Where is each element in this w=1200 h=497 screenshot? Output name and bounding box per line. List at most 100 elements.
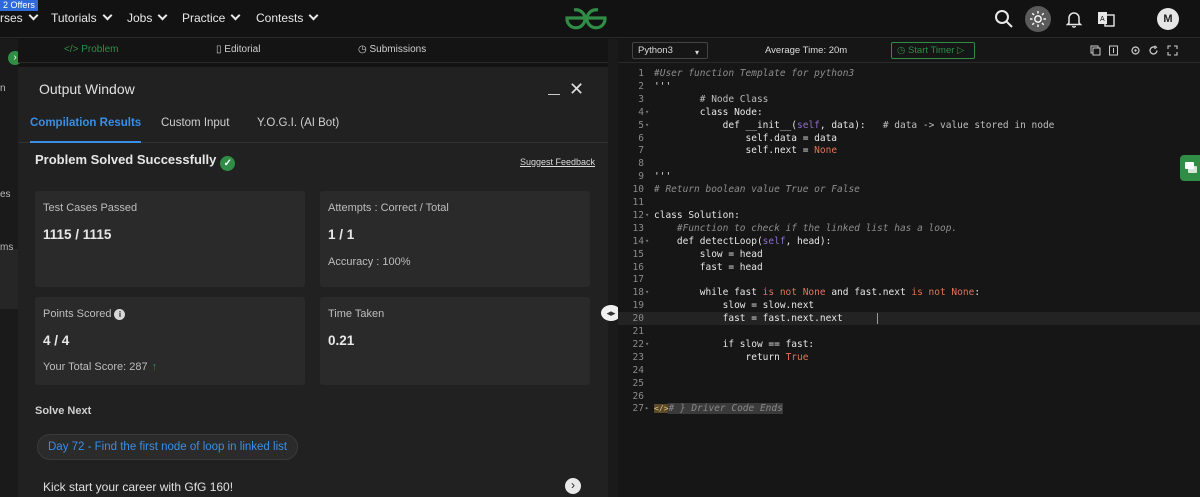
fold-toggle-icon[interactable]: ▾ xyxy=(645,235,649,248)
fold-toggle-icon[interactable]: ▸ xyxy=(645,402,649,415)
translate-icon[interactable]: A xyxy=(1096,9,1116,29)
code-line[interactable]: 10 # Return boolean value True or False xyxy=(618,183,1200,196)
test-cases-label: Test Cases Passed xyxy=(43,202,138,214)
app-root: 2 Offers rses Tutorials Jobs Practice Co… xyxy=(0,0,1200,497)
panel-splitter[interactable] xyxy=(608,39,618,497)
code-text: slow = head xyxy=(654,248,763,260)
tab-editorial[interactable]: ▯ Editorial xyxy=(216,44,260,55)
code-line[interactable]: 11 xyxy=(618,196,1200,209)
start-timer-button[interactable]: ◷ Start Timer ▷ xyxy=(891,42,975,59)
code-line[interactable]: 14 ▾ def detectLoop(self, head): xyxy=(618,235,1200,248)
language-select[interactable]: Python3 ▾ xyxy=(632,42,708,59)
code-text: #Function to check if the linked list ha… xyxy=(654,222,958,234)
points-label-row: Points Scored i xyxy=(43,308,126,320)
nav-practice[interactable]: Practice xyxy=(182,10,241,25)
reset-icon[interactable] xyxy=(1148,45,1159,56)
suggest-feedback-link[interactable]: Suggest Feedback xyxy=(520,157,595,167)
copy-icon[interactable] xyxy=(1090,45,1101,56)
code-line[interactable]: 22 ▾ if slow == fast: xyxy=(618,338,1200,351)
line-number: 20 xyxy=(632,313,644,325)
line-number: 2 xyxy=(638,80,644,92)
line-number: 1 xyxy=(638,68,644,79)
code-line[interactable]: 18 ▾ while fast is not None and fast.next… xyxy=(618,286,1200,299)
chat-icon xyxy=(1185,162,1197,173)
tab-editorial-label: Editorial xyxy=(224,44,261,55)
code-line[interactable]: 26 xyxy=(618,390,1200,403)
sidebar-item-label[interactable]: es xyxy=(0,189,11,200)
nav-tutorials[interactable]: Tutorials xyxy=(51,10,113,25)
theme-toggle-button[interactable] xyxy=(1025,6,1051,32)
nav-courses[interactable]: rses xyxy=(0,10,39,25)
sidebar-item-active[interactable] xyxy=(0,249,18,309)
line-number: 26 xyxy=(632,390,644,402)
code-line[interactable]: 2 ''' xyxy=(618,80,1200,93)
code-line[interactable]: 1 #User function Template for python3 xyxy=(618,67,1200,80)
code-text: while fast is not None and fast.next is … xyxy=(654,287,981,299)
code-line[interactable]: 27 ▸ </># } Driver Code Ends xyxy=(618,402,1200,415)
minimize-icon[interactable] xyxy=(548,81,560,95)
nav-jobs[interactable]: Jobs xyxy=(127,10,168,25)
code-line[interactable]: 15 slow = head xyxy=(618,248,1200,261)
code-line[interactable]: 25 xyxy=(618,377,1200,390)
code-line[interactable]: 6 self.data = data xyxy=(618,132,1200,145)
search-icon[interactable] xyxy=(994,9,1014,29)
code-line[interactable]: 17 xyxy=(618,273,1200,286)
avatar[interactable]: M xyxy=(1157,8,1179,30)
fold-toggle-icon[interactable]: ▾ xyxy=(645,209,649,222)
fold-toggle-icon[interactable]: ▾ xyxy=(645,119,649,132)
nav-contests[interactable]: Contests xyxy=(256,10,319,25)
left-sidebar: n es ms xyxy=(0,39,18,497)
code-line[interactable]: 23 return True xyxy=(618,351,1200,364)
code-line[interactable]: 3 # Node Class xyxy=(618,93,1200,106)
next-problem-link[interactable]: Day 72 - Find the first node of loop in … xyxy=(37,434,299,460)
line-number: 13 xyxy=(632,222,644,234)
line-number: 25 xyxy=(632,377,644,389)
chevron-right-icon[interactable]: › xyxy=(565,478,581,494)
code-line[interactable]: 16 fast = head xyxy=(618,261,1200,274)
fold-toggle-icon[interactable]: ▾ xyxy=(645,338,649,351)
code-text: return True xyxy=(654,351,809,363)
code-area[interactable]: 1 #User function Template for python3 2 '''… xyxy=(618,67,1200,497)
code-line[interactable]: 21 xyxy=(618,325,1200,338)
status-text: Problem Solved Successfully xyxy=(35,152,217,167)
line-number: 15 xyxy=(632,248,644,260)
fold-toggle-icon[interactable]: ▾ xyxy=(645,106,649,119)
output-window-title: Output Window xyxy=(39,81,135,97)
code-line[interactable]: 5 ▾ def __init__(self, data): # data -> v… xyxy=(618,119,1200,132)
settings-icon[interactable] xyxy=(1130,45,1141,56)
code-line[interactable]: 19 slow = slow.next xyxy=(618,299,1200,312)
line-number: 27 xyxy=(632,403,644,415)
tab-compilation-results[interactable]: Compilation Results xyxy=(30,117,142,143)
gfg-logo-icon[interactable] xyxy=(564,5,608,31)
fullscreen-icon[interactable] xyxy=(1167,45,1178,56)
code-line[interactable]: 7 self.next = None xyxy=(618,144,1200,157)
tab-submissions[interactable]: ◷ Submissions xyxy=(358,44,426,55)
points-label: Points Scored xyxy=(43,308,112,320)
code-line[interactable]: 13 #Function to check if the linked list… xyxy=(618,222,1200,235)
code-text: def detectLoop(self, head): xyxy=(654,235,832,247)
file-upload-icon[interactable] xyxy=(1108,45,1119,56)
start-timer-label: Start Timer xyxy=(907,45,955,56)
code-line[interactable]: 20 fast = fast.next.next xyxy=(618,312,1200,326)
fold-toggle-icon[interactable]: ▾ xyxy=(645,286,649,299)
close-icon[interactable]: ✕ xyxy=(569,80,584,98)
chat-button[interactable] xyxy=(1180,155,1200,181)
tab-yogi-ai-bot[interactable]: Y.O.G.I. (AI Bot) xyxy=(257,117,339,129)
bell-icon[interactable] xyxy=(1064,9,1084,29)
tab-custom-input[interactable]: Custom Input xyxy=(161,117,229,129)
line-number: 21 xyxy=(632,326,644,337)
code-line[interactable]: 9 ''' xyxy=(618,170,1200,183)
sidebar-item-label[interactable]: ms xyxy=(0,242,13,253)
offers-badge[interactable]: 2 Offers xyxy=(0,0,38,11)
sidebar-item-label[interactable]: n xyxy=(0,83,6,94)
code-line[interactable]: 24 xyxy=(618,364,1200,377)
code-line[interactable]: 8 xyxy=(618,157,1200,170)
tab-problem[interactable]: </> Problem xyxy=(64,44,119,55)
top-navbar: 2 Offers rses Tutorials Jobs Practice Co… xyxy=(0,0,1200,38)
code-line[interactable]: 4 ▾ class Node: xyxy=(618,106,1200,119)
code-line[interactable]: 12 ▾ class Solution: xyxy=(618,209,1200,222)
total-score-text: Your Total Score: 287 xyxy=(43,361,148,373)
line-number: 11 xyxy=(632,197,644,208)
nav-courses-label: rses xyxy=(0,11,23,25)
info-icon[interactable]: i xyxy=(114,309,126,320)
